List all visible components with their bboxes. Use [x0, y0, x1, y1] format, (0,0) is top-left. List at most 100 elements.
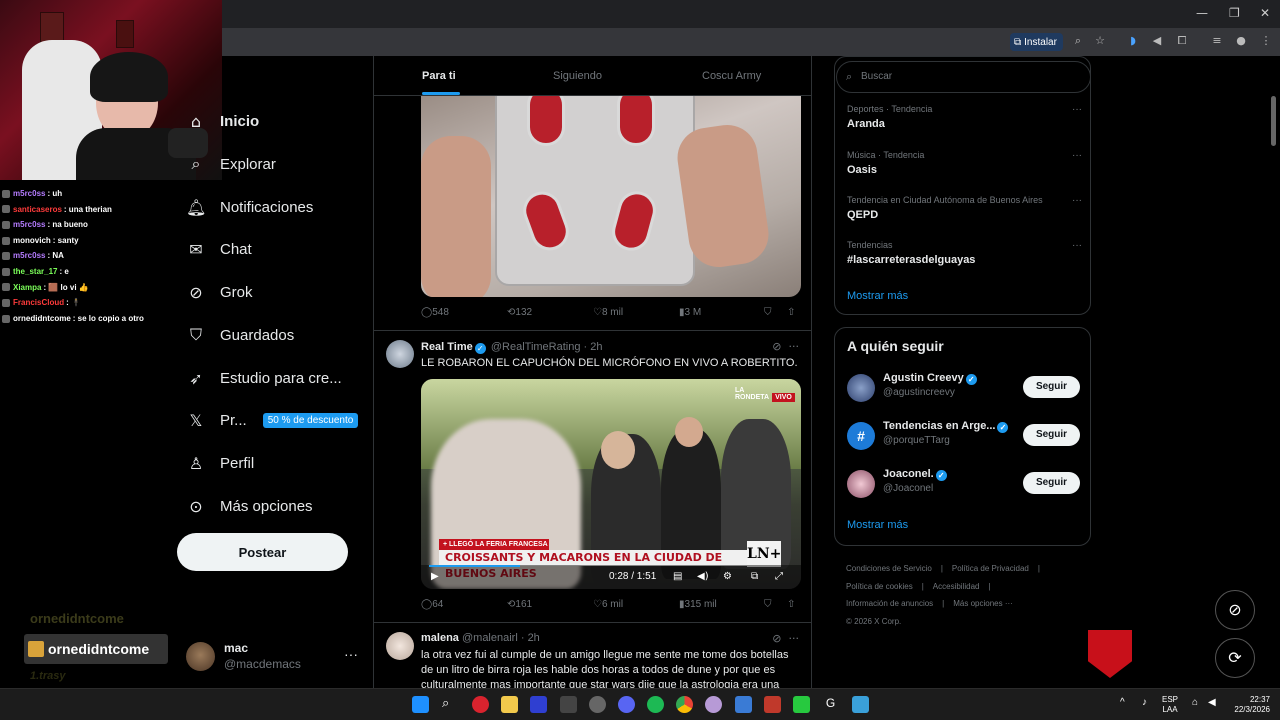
more-icon[interactable]: ··· [1072, 195, 1082, 206]
tweet-time[interactable]: · 2h [521, 632, 540, 644]
app-icon[interactable] [705, 696, 722, 713]
close-window-button[interactable]: ✕ [1260, 6, 1270, 20]
fullscreen-icon[interactable]: ⤢ [775, 571, 783, 582]
bookmark-icon[interactable]: ⛉ [764, 307, 772, 318]
tweet-time[interactable]: · 2h [584, 341, 603, 353]
follow-button[interactable]: Seguir [1023, 424, 1080, 446]
nav-creator-studio[interactable]: ➶ Estudio para cre... [186, 364, 341, 392]
play-icon[interactable]: ▶ [431, 571, 439, 582]
nav-grok[interactable]: ⊘ Grok [186, 278, 252, 306]
app-icon[interactable] [735, 696, 752, 713]
account-switcher[interactable]: mac @macdemacs ··· [186, 640, 362, 676]
avatar[interactable] [386, 340, 414, 368]
repost-button[interactable]: ⟲ 161 [507, 599, 532, 610]
more-options-link[interactable]: Más opciones ··· [953, 599, 1013, 608]
spotify-icon[interactable] [647, 696, 664, 713]
volume-icon[interactable]: ◀) [697, 571, 709, 582]
follow-suggestion[interactable]: Agustin Creevy ✓ @agustincreevy Seguir [847, 371, 1080, 403]
show-more-link[interactable]: Mostrar más [847, 290, 908, 302]
views-button[interactable]: ▮ 315 mil [679, 599, 717, 610]
search-icon[interactable]: ⌕ [442, 696, 459, 713]
privacy-link[interactable]: Política de Privacidad [952, 564, 1029, 573]
more-icon[interactable]: ··· [1072, 150, 1082, 161]
nav-more[interactable]: ⊙ Más opciones [186, 492, 312, 520]
tray-chevron-icon[interactable]: ^ [1120, 698, 1125, 708]
grok-icon[interactable]: ⊘ [772, 340, 781, 353]
nav-premium[interactable]: 𝕏 Pr... 50 % de descuento [186, 406, 359, 434]
nav-profile[interactable]: ♙ Perfil [186, 449, 254, 477]
tweet-handle[interactable]: @RealTimeRating [491, 341, 581, 353]
pip-icon[interactable]: ⧉ [751, 571, 758, 582]
cast-icon[interactable]: ◗ [1125, 33, 1141, 49]
language-indicator[interactable]: ESP LAA [1162, 695, 1178, 715]
follow-button[interactable]: Seguir [1023, 376, 1080, 398]
repost-button[interactable]: ⟲ 132 [507, 307, 532, 318]
app-icon[interactable]: G [822, 696, 839, 713]
timeline[interactable]: Para ti Siguiendo Coscu Army ◯ 548 ⟲ 132… [373, 56, 812, 688]
app-v-icon[interactable] [530, 696, 547, 713]
video-progress[interactable] [429, 565, 520, 567]
ads-info-link[interactable]: Información de anuncios [846, 599, 933, 608]
avatar[interactable] [386, 632, 414, 660]
terms-link[interactable]: Condiciones de Servicio [846, 564, 932, 573]
reply-button[interactable]: ◯ 548 [421, 307, 449, 318]
more-icon[interactable]: ··· [789, 632, 800, 645]
captions-icon[interactable]: ▤ [673, 571, 682, 582]
follow-button[interactable]: Seguir [1023, 472, 1080, 494]
minimize-button[interactable]: — [1196, 6, 1208, 20]
trend-item[interactable]: Tendencias #lascarreterasdelguayas ··· [847, 240, 1082, 266]
app-icon[interactable] [560, 696, 577, 713]
trend-item[interactable]: Deportes · Tendencia Aranda ··· [847, 104, 1082, 130]
network-icon[interactable]: ⌂ [1192, 698, 1198, 708]
tab-following[interactable]: Siguiendo [553, 70, 602, 82]
like-button[interactable]: ♡ 6 mil [593, 599, 623, 610]
like-button[interactable]: ♡ 8 mil [593, 307, 623, 318]
tweet-video[interactable]: LA RONDETA VIVO + LLEGÓ LA FERIA FRANCESA… [421, 379, 801, 589]
obs-icon[interactable] [589, 696, 606, 713]
grok-icon[interactable]: ⊘ [772, 632, 781, 645]
accessibility-link[interactable]: Accesibilidad [933, 582, 980, 591]
app-icon[interactable] [852, 696, 869, 713]
clock[interactable]: 22:37 22/3/2026 [1228, 695, 1270, 715]
share-icon[interactable]: ⇧ [787, 599, 795, 610]
app-icon[interactable] [472, 696, 489, 713]
more-icon[interactable]: ··· [1072, 104, 1082, 115]
tab-for-you[interactable]: Para ti [422, 70, 456, 82]
tweet-author[interactable]: malena [421, 632, 459, 644]
post-button[interactable]: Postear [177, 533, 348, 571]
nav-notifications[interactable]: 🔔︎ Notificaciones [186, 193, 313, 221]
volume-icon[interactable]: ◀ [1149, 33, 1165, 49]
extensions-icon[interactable]: ⧠ [1174, 33, 1190, 49]
follow-suggestion[interactable]: # Tendencias en Arge... ✓ @porqueTTarg Se… [847, 419, 1080, 451]
star-icon[interactable]: ☆ [1092, 33, 1108, 49]
nav-chat[interactable]: ✉ Chat [186, 235, 251, 263]
settings-icon[interactable]: ⚙ [723, 571, 732, 582]
trend-item[interactable]: Música · Tendencia Oasis ··· [847, 150, 1082, 176]
bookmark-icon[interactable]: ⛉ [764, 599, 772, 610]
more-icon[interactable]: ··· [1072, 240, 1082, 251]
nav-bookmarks[interactable]: ⛉ Guardados [186, 321, 294, 349]
grok-fab-icon[interactable]: ⊘ [1215, 590, 1255, 630]
zoom-icon[interactable]: ⌕ [1070, 33, 1086, 49]
maximize-button[interactable]: ❐ [1229, 6, 1240, 20]
trend-item[interactable]: Tendencia en Ciudad Autónoma de Buenos A… [847, 195, 1082, 221]
nav-home[interactable]: ⌂ Inicio [186, 107, 259, 135]
nav-explore[interactable]: ⌕ Explorar [186, 150, 276, 178]
profile-icon[interactable]: ● [1233, 33, 1249, 49]
app-icon[interactable] [793, 696, 810, 713]
follow-suggestion[interactable]: Joaconel. ✓ @Joaconel Seguir [847, 467, 1080, 499]
show-more-link[interactable]: Mostrar más [847, 519, 908, 531]
start-icon[interactable] [412, 696, 429, 713]
chrome-icon[interactable] [676, 696, 693, 713]
tweet-image[interactable] [421, 96, 801, 297]
tweet-handle[interactable]: @malenairl [462, 632, 518, 644]
install-app-button[interactable]: ⧉ Instalar [1010, 33, 1063, 51]
views-button[interactable]: ▮ 3 M [679, 307, 701, 318]
reply-button[interactable]: ◯ 64 [421, 599, 443, 610]
more-icon[interactable]: ··· [789, 340, 800, 353]
file-explorer-icon[interactable] [501, 696, 518, 713]
cookies-link[interactable]: Política de cookies [846, 582, 913, 591]
app-icon[interactable] [764, 696, 781, 713]
tab-coscu-army[interactable]: Coscu Army [702, 70, 761, 82]
messages-fab-icon[interactable]: ⟳ [1215, 638, 1255, 678]
